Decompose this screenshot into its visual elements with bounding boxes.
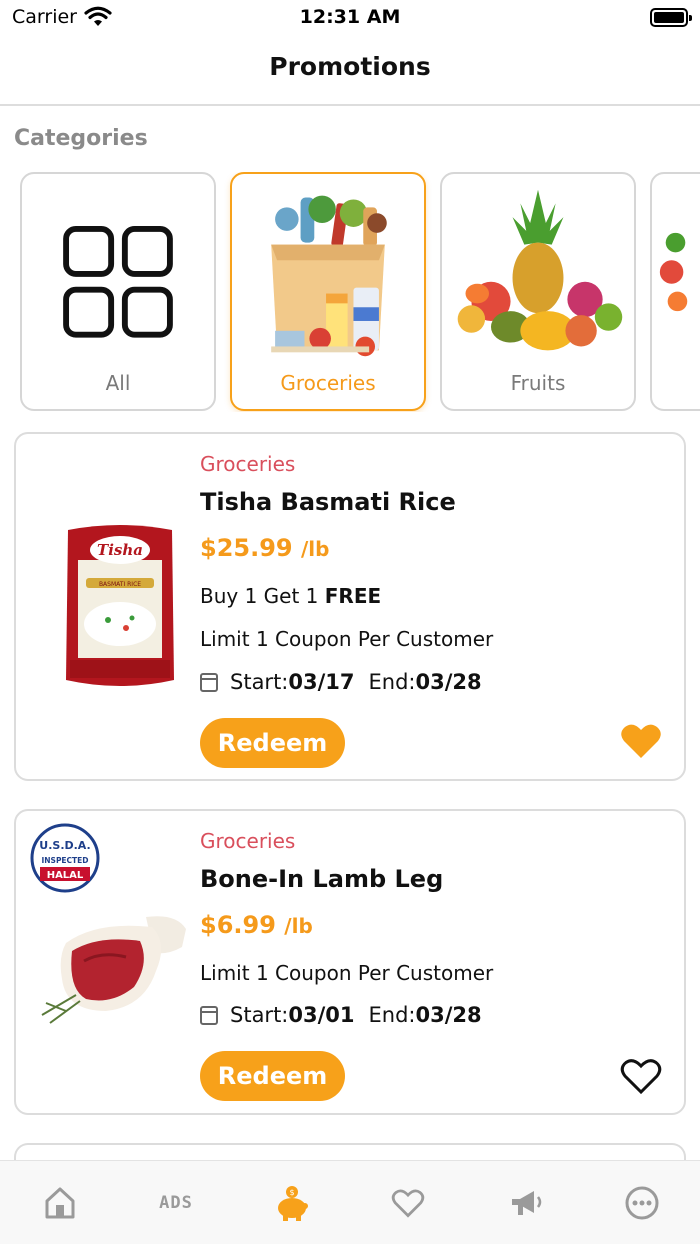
redeem-button[interactable]: Redeem: [200, 718, 345, 768]
grocery-bag-image: [271, 195, 387, 357]
start-date: 03/17: [288, 670, 355, 694]
end-label: End:: [368, 1003, 416, 1027]
svg-text:$: $: [289, 1188, 294, 1197]
categories-scroller[interactable]: All Groceries Fruits: [0, 172, 700, 412]
category-fruits[interactable]: Fruits: [440, 172, 636, 411]
usda-halal-badge: U.S.D.A. INSPECTED HALAL: [30, 823, 100, 893]
promo-category: Groceries: [200, 829, 296, 853]
category-label: Fruits: [510, 371, 566, 395]
tab-bar: ADS $: [0, 1160, 700, 1244]
promo-offer: Buy 1 Get 1 FREE: [200, 584, 381, 608]
heart-icon: [391, 1189, 425, 1218]
tab-favorites[interactable]: [388, 1183, 428, 1223]
end-date: 03/28: [415, 1003, 482, 1027]
badge-line3: HALAL: [47, 870, 84, 881]
promo-title: Tisha Basmati Rice: [200, 488, 456, 516]
tab-ads[interactable]: ADS: [156, 1183, 196, 1223]
end-date: 03/28: [415, 670, 482, 694]
promo-card[interactable]: Tisha BASMATI RICE Groceries Tisha Basma…: [14, 432, 686, 781]
category-all[interactable]: All: [20, 172, 216, 411]
badge-line2: INSPECTED: [41, 856, 88, 865]
price-value: $6.99: [200, 911, 276, 939]
battery-icon: [650, 8, 692, 27]
categories-heading: Categories: [14, 126, 148, 151]
status-bar: Carrier 12:31 AM: [0, 0, 700, 36]
redeem-button[interactable]: Redeem: [200, 1051, 345, 1101]
promo-price: $25.99 /lb: [200, 534, 329, 562]
promo-dates: Start: 03/17 End: 03/28: [200, 670, 496, 694]
piggy-bank-icon: $: [278, 1186, 308, 1221]
promo-title: Bone-In Lamb Leg: [200, 865, 444, 893]
calendar-icon: [200, 1005, 218, 1025]
tab-announcements[interactable]: [506, 1183, 546, 1223]
tab-home[interactable]: [40, 1183, 80, 1223]
clock: 12:31 AM: [299, 6, 401, 28]
home-icon: [45, 1187, 75, 1219]
heart-outline-icon[interactable]: [620, 1057, 662, 1095]
price-value: $25.99: [200, 534, 293, 562]
heart-filled-icon[interactable]: [620, 722, 662, 760]
promo-price: $6.99 /lb: [200, 911, 313, 939]
start-label: Start:: [230, 670, 289, 694]
promo-limit: Limit 1 Coupon Per Customer: [200, 961, 494, 985]
end-label: End:: [368, 670, 416, 694]
tab-more[interactable]: [622, 1183, 662, 1223]
category-label: All: [105, 371, 131, 395]
promo-card[interactable]: U.S.D.A. INSPECTED HALAL Groceries Bone-…: [14, 809, 686, 1115]
vegetables-image: [659, 232, 688, 312]
megaphone-icon: [512, 1191, 542, 1215]
ads-icon: ADS: [159, 1193, 193, 1213]
badge-line1: U.S.D.A.: [39, 839, 90, 852]
offer-text: Buy 1 Get 1: [200, 584, 319, 608]
tab-promotions[interactable]: $: [272, 1183, 312, 1223]
start-label: Start:: [230, 1003, 289, 1027]
bag-brand-text: Tisha: [97, 541, 143, 559]
nav-divider: [0, 104, 700, 106]
offer-highlight: FREE: [324, 584, 382, 608]
rice-bag-image: Tisha BASMATI RICE: [66, 525, 174, 686]
calendar-icon: [200, 672, 218, 692]
bag-label-text: BASMATI RICE: [99, 581, 141, 588]
lamb-leg-image: [41, 916, 186, 1024]
category-groceries[interactable]: Groceries: [230, 172, 426, 411]
promo-limit: Limit 1 Coupon Per Customer: [200, 627, 494, 651]
price-unit: /lb: [284, 914, 313, 938]
fruits-image: [457, 189, 623, 351]
more-icon: [625, 1186, 659, 1220]
promo-dates: Start: 03/01 End: 03/28: [200, 1003, 496, 1027]
start-date: 03/01: [288, 1003, 355, 1027]
category-label: Groceries: [280, 371, 376, 395]
category-more[interactable]: [650, 172, 700, 411]
promo-category: Groceries: [200, 452, 296, 476]
price-unit: /lb: [300, 537, 330, 561]
grid-icon: [63, 225, 173, 338]
page-title: Promotions: [269, 52, 431, 81]
